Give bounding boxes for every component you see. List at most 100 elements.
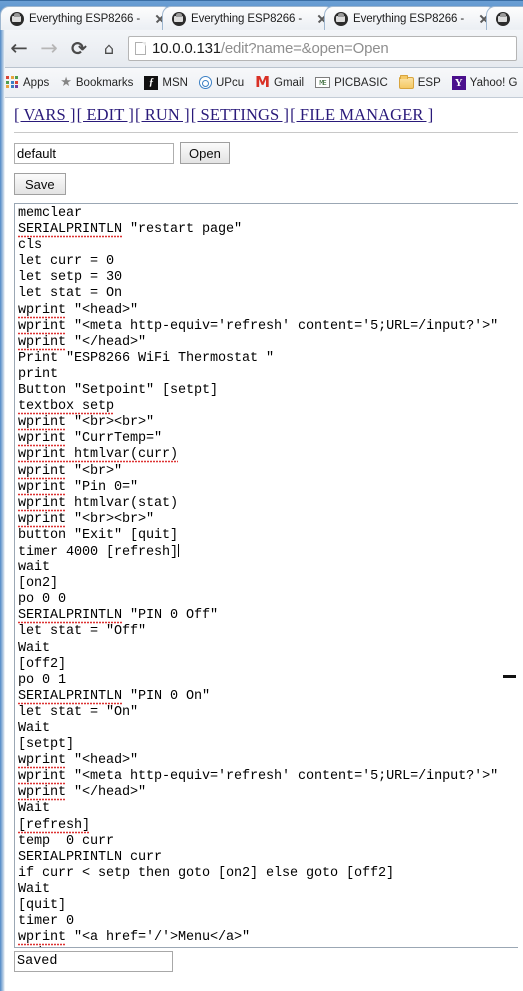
- bookmark-item[interactable]: ★ Bookmarks: [60, 76, 133, 89]
- bookmark-label: Apps: [23, 76, 50, 89]
- browser-tab[interactable]: Everything ESP8266 -: [162, 6, 334, 31]
- bookmark-label: MSN: [162, 76, 188, 89]
- nav-link-edit[interactable]: [ EDIT ]: [77, 105, 134, 124]
- code-line: wprint htmlvar(stat): [18, 495, 179, 512]
- code-line: SERIALPRINTLN "PIN 0 On": [18, 688, 211, 705]
- code-line: wprint "<head>": [18, 302, 139, 319]
- bookmark-item[interactable]: ME PICBASIC: [315, 77, 388, 89]
- browser-toolbar: ← → ⟳ ⌂ 10.0.0.131/edit?name=&open=Open: [0, 30, 523, 68]
- code-line: [quit]: [18, 898, 67, 914]
- code-line: [off2]: [18, 656, 67, 672]
- bookmark-item[interactable]: Y Yahoo! G: [451, 75, 518, 90]
- nav-link-label[interactable]: [ FILE MANAGER ]: [290, 105, 433, 124]
- code-line: Wait: [18, 801, 51, 817]
- code-line: SERIALPRINTLN "restart page": [18, 222, 243, 239]
- code-line: [setpt]: [18, 737, 75, 753]
- picbasic-icon: ME: [315, 77, 331, 88]
- forward-button[interactable]: →: [34, 34, 64, 64]
- code-line: wprint "Pin 0=": [18, 479, 139, 496]
- code-line: SERIALPRINTLN "PIN 0 Off": [18, 608, 219, 625]
- esp8266-favicon: [496, 12, 510, 26]
- code-line: wprint "<br><br>": [18, 415, 155, 432]
- apps-grid-icon: [6, 76, 19, 89]
- tab-title: Everything ESP8266 -: [191, 13, 303, 25]
- code-line: timer 0: [18, 914, 75, 930]
- bookmark-item[interactable]: UPcu: [198, 76, 244, 89]
- nav-link-label[interactable]: [ VARS ]: [14, 105, 76, 124]
- back-button[interactable]: ←: [4, 34, 34, 64]
- save-button[interactable]: Save: [14, 173, 66, 195]
- code-line: Wait: [18, 721, 51, 736]
- code-line: [on2]: [18, 576, 59, 592]
- code-line: let setp = 30: [18, 270, 123, 286]
- bookmark-item[interactable]: ESP: [398, 74, 441, 89]
- upcu-icon: [198, 76, 212, 89]
- code-line: [refresh]: [18, 817, 91, 834]
- back-arrow-icon: ←: [10, 36, 28, 60]
- address-bar[interactable]: 10.0.0.131/edit?name=&open=Open: [128, 36, 517, 61]
- nav-link-label[interactable]: [ RUN ]: [135, 105, 190, 124]
- code-line: let stat = "Off": [18, 624, 147, 640]
- esp8266-favicon: [10, 12, 24, 26]
- code-line: end: [18, 946, 518, 947]
- code-line: SERIALPRINTLN curr: [18, 849, 163, 865]
- code-line: let stat = On: [18, 286, 123, 302]
- open-file-row: Open: [14, 142, 523, 164]
- browser-titlebar: Everything ESP8266 - Everything ESP8266 -…: [0, 0, 523, 31]
- code-line: wait: [18, 560, 51, 576]
- tab-title: Everything ESP8266 -: [353, 13, 465, 25]
- bookmark-label: Bookmarks: [75, 76, 134, 89]
- folder-icon: [398, 74, 414, 89]
- bookmark-label: Yahoo! G: [469, 76, 518, 89]
- code-line: button "Exit" [quit]: [18, 527, 179, 543]
- status-input[interactable]: [14, 951, 173, 972]
- nav-link-vars[interactable]: [ VARS ]: [14, 105, 76, 124]
- msn-butterfly-icon: ƒ: [144, 75, 159, 90]
- code-text[interactable]: memclear SERIALPRINTLN "restart page" cls l…: [15, 204, 518, 947]
- code-line: memclear: [18, 206, 83, 221]
- browser-tab[interactable]: Everything ESP8266 -: [0, 6, 172, 31]
- nav-link-label[interactable]: [ SETTINGS ]: [191, 105, 289, 124]
- filename-input[interactable]: [14, 142, 174, 164]
- horizontal-scrollbar-thumb[interactable]: [503, 675, 516, 678]
- code-line: Button "Setpoint" [setpt]: [18, 383, 219, 399]
- home-icon: ⌂: [103, 39, 115, 58]
- yahoo-y-icon: Y: [451, 75, 466, 90]
- code-line: wprint "<meta http-equiv='refresh' conte…: [18, 769, 499, 786]
- reload-button[interactable]: ⟳: [64, 34, 94, 64]
- address-host: 10.0.0.131: [152, 40, 221, 57]
- tab-title: Everything ESP8266 -: [29, 13, 141, 25]
- code-line: temp 0 curr: [18, 833, 115, 849]
- code-editor[interactable]: memclear SERIALPRINTLN "restart page" cls l…: [14, 203, 518, 948]
- bookmark-item[interactable]: ƒ MSN: [144, 75, 188, 90]
- code-line: print: [18, 366, 59, 382]
- nav-link-file-manager[interactable]: [ FILE MANAGER ]: [290, 105, 433, 124]
- address-bar-url: 10.0.0.131/edit?name=&open=Open: [152, 40, 389, 57]
- bookmark-label: Gmail: [274, 76, 305, 89]
- code-line: wprint "<head>": [18, 753, 139, 770]
- browser-window: Everything ESP8266 - Everything ESP8266 -…: [0, 0, 523, 991]
- browser-tab[interactable]: Everything ESP8266 -: [324, 6, 496, 31]
- reload-icon: ⟳: [71, 37, 87, 60]
- forward-arrow-icon: →: [40, 36, 58, 60]
- code-line: wprint "<br><br>": [18, 511, 155, 528]
- esp8266-favicon: [334, 12, 348, 26]
- code-line: Wait: [18, 881, 51, 897]
- home-button[interactable]: ⌂: [94, 34, 124, 64]
- text-caret: [178, 543, 180, 557]
- page-content: [ VARS ][ EDIT ][ RUN ][ SETTINGS ][ FIL…: [5, 99, 523, 991]
- browser-tab[interactable]: [486, 6, 523, 31]
- code-line: po 0 0: [18, 592, 67, 608]
- code-line: wprint "<a href='/'>Menu</a>": [18, 930, 251, 947]
- bookmarks-bar: Apps ★ Bookmarks ƒ MSN UPcu M Gmail ME PICBASIC ES…: [0, 68, 523, 98]
- bookmark-item[interactable]: M Gmail: [255, 75, 304, 90]
- open-button[interactable]: Open: [180, 142, 230, 164]
- bookmark-item[interactable]: Apps: [6, 76, 49, 89]
- nav-link-run[interactable]: [ RUN ]: [135, 105, 190, 124]
- nav-link-label[interactable]: [ EDIT ]: [77, 105, 134, 124]
- gmail-m-icon: M: [255, 73, 271, 91]
- nav-link-settings[interactable]: [ SETTINGS ]: [191, 105, 289, 124]
- code-line: Print "ESP8266 WiFi Thermostat ": [18, 350, 275, 366]
- esp8266-favicon: [172, 12, 186, 26]
- code-line: po 0 1: [18, 672, 67, 688]
